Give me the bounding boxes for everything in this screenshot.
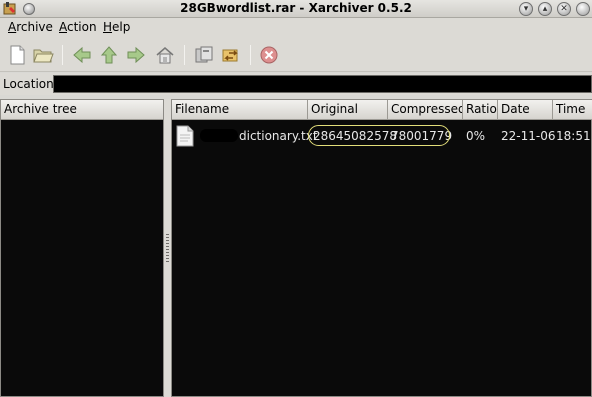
up-button[interactable] — [97, 43, 121, 67]
column-original[interactable]: Original — [308, 100, 388, 120]
convert-button[interactable] — [219, 43, 243, 67]
open-archive-icon — [33, 49, 54, 63]
menu-archive[interactable]: Archive — [8, 20, 53, 34]
horizontal-scrollbar[interactable] — [172, 385, 591, 396]
cell-date: 22-11-06 — [501, 129, 556, 143]
window-extra-button[interactable] — [576, 2, 590, 16]
open-archive-button[interactable] — [31, 43, 55, 67]
toolbar-separator — [184, 45, 185, 65]
archive-tree-pane[interactable]: Archive tree — [0, 99, 164, 397]
home-icon — [156, 47, 174, 64]
location-input[interactable] — [53, 75, 592, 93]
up-icon — [100, 46, 118, 64]
column-filename[interactable]: Filename — [172, 100, 308, 120]
splitter-grip-icon[interactable] — [166, 234, 169, 264]
location-label: Location: — [3, 77, 58, 91]
location-bar: Location: — [0, 73, 592, 95]
forward-button[interactable] — [124, 43, 148, 67]
menu-action[interactable]: Action — [59, 20, 97, 34]
cell-ratio: 0% — [466, 129, 486, 143]
cell-filename: dictionary.txt — [239, 129, 318, 143]
forward-icon — [127, 46, 145, 64]
file-list-pane[interactable]: Filename Original Compressed Ratio Date … — [171, 99, 592, 397]
title-bar: 28GBwordlist.rar - Xarchiver 0.5.2 ▾ ▴ ✕ — [0, 0, 592, 18]
minimize-button[interactable]: ▾ — [519, 2, 533, 16]
text-file-icon — [176, 125, 194, 147]
file-list-header: Filename Original Compressed Ratio Date … — [172, 100, 592, 120]
column-ratio[interactable]: Ratio — [463, 100, 498, 120]
cell-time: 18:51 — [556, 129, 591, 143]
highlight-annotation — [308, 125, 450, 146]
new-archive-icon — [10, 45, 25, 65]
home-button[interactable] — [153, 43, 177, 67]
table-row[interactable]: dictionary.txt 28645082578 78001779 0% 2… — [172, 122, 592, 148]
pane-splitter[interactable] — [164, 99, 171, 397]
extract-icon — [195, 46, 213, 63]
menu-help[interactable]: Help — [103, 20, 130, 34]
extract-button[interactable] — [192, 43, 216, 67]
close-window-button[interactable]: ✕ — [557, 2, 571, 16]
close-icon: ✕ — [560, 4, 568, 14]
redaction-mark — [200, 129, 238, 142]
toolbar — [0, 38, 592, 72]
column-compressed[interactable]: Compressed — [388, 100, 463, 120]
column-date[interactable]: Date — [498, 100, 553, 120]
convert-icon — [222, 49, 238, 62]
maximize-icon: ▴ — [542, 4, 548, 14]
archive-tree-header[interactable]: Archive tree — [1, 100, 163, 120]
menu-bar: Archive Action Help — [0, 18, 592, 38]
back-button[interactable] — [70, 43, 94, 67]
stop-button[interactable] — [257, 43, 281, 67]
minimize-icon: ▾ — [523, 4, 529, 14]
toolbar-separator — [62, 45, 63, 65]
column-time[interactable]: Time — [553, 100, 592, 120]
maximize-button[interactable]: ▴ — [538, 2, 552, 16]
stop-icon — [260, 46, 278, 64]
window-title: 28GBwordlist.rar - Xarchiver 0.5.2 — [180, 1, 412, 15]
new-archive-button[interactable] — [5, 43, 29, 67]
back-icon — [73, 46, 91, 64]
toolbar-separator — [250, 45, 251, 65]
